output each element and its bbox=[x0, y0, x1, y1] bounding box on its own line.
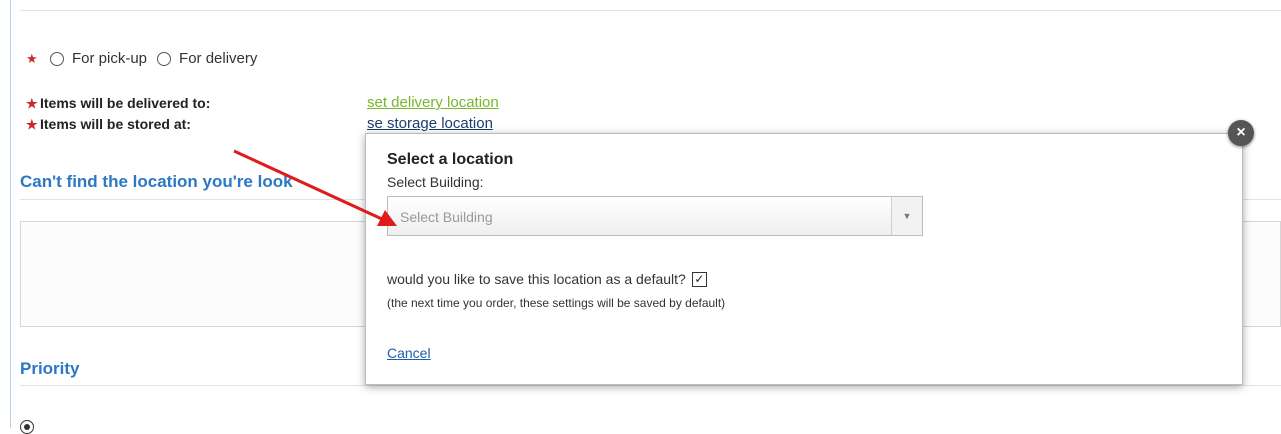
delivered-to-label: Items will be delivered to: bbox=[40, 95, 211, 111]
stored-at-row: ★ Items will be stored at: bbox=[26, 116, 370, 133]
priority-heading: Priority bbox=[20, 359, 80, 378]
building-select-placeholder: Select Building bbox=[400, 209, 493, 225]
delivery-mode-group: ★ For pick-up For delivery bbox=[26, 50, 257, 67]
save-default-row: would you like to save this location as … bbox=[387, 271, 707, 287]
required-star-icon: ★ bbox=[26, 117, 38, 132]
section-divider bbox=[20, 385, 1281, 386]
delivery-radio[interactable] bbox=[157, 51, 172, 66]
delivered-to-row: ★ Items will be delivered to: bbox=[26, 95, 370, 112]
required-star-icon: ★ bbox=[26, 96, 38, 111]
delivery-label[interactable]: For delivery bbox=[179, 50, 257, 67]
building-select[interactable]: Select Building ▼ bbox=[387, 196, 923, 236]
stored-at-label: Items will be stored at: bbox=[40, 116, 191, 132]
cant-find-heading: Can't find the location you're look bbox=[20, 172, 293, 191]
required-star-icon: ★ bbox=[26, 50, 38, 66]
close-icon[interactable]: × bbox=[1228, 120, 1254, 146]
dialog-title: Select a location bbox=[387, 151, 514, 168]
pickup-label[interactable]: For pick-up bbox=[72, 50, 147, 67]
section-divider-top bbox=[20, 10, 1281, 11]
page-left-border bbox=[10, 0, 11, 428]
save-default-text: would you like to save this location as … bbox=[387, 271, 686, 287]
save-default-checkbox[interactable]: ✓ bbox=[691, 271, 707, 287]
cancel-link[interactable]: Cancel bbox=[387, 345, 431, 361]
priority-radio[interactable] bbox=[20, 420, 34, 434]
pickup-radio[interactable] bbox=[50, 51, 64, 66]
save-default-note: (the next time you order, these settings… bbox=[387, 296, 726, 310]
set-storage-location-link[interactable]: se storage location bbox=[367, 115, 493, 132]
chevron-down-icon[interactable]: ▼ bbox=[891, 197, 922, 235]
select-location-dialog: Select a location Select Building: Selec… bbox=[365, 133, 1243, 385]
set-delivery-location-link[interactable]: set delivery location bbox=[367, 94, 499, 111]
select-building-label: Select Building: bbox=[387, 174, 484, 190]
